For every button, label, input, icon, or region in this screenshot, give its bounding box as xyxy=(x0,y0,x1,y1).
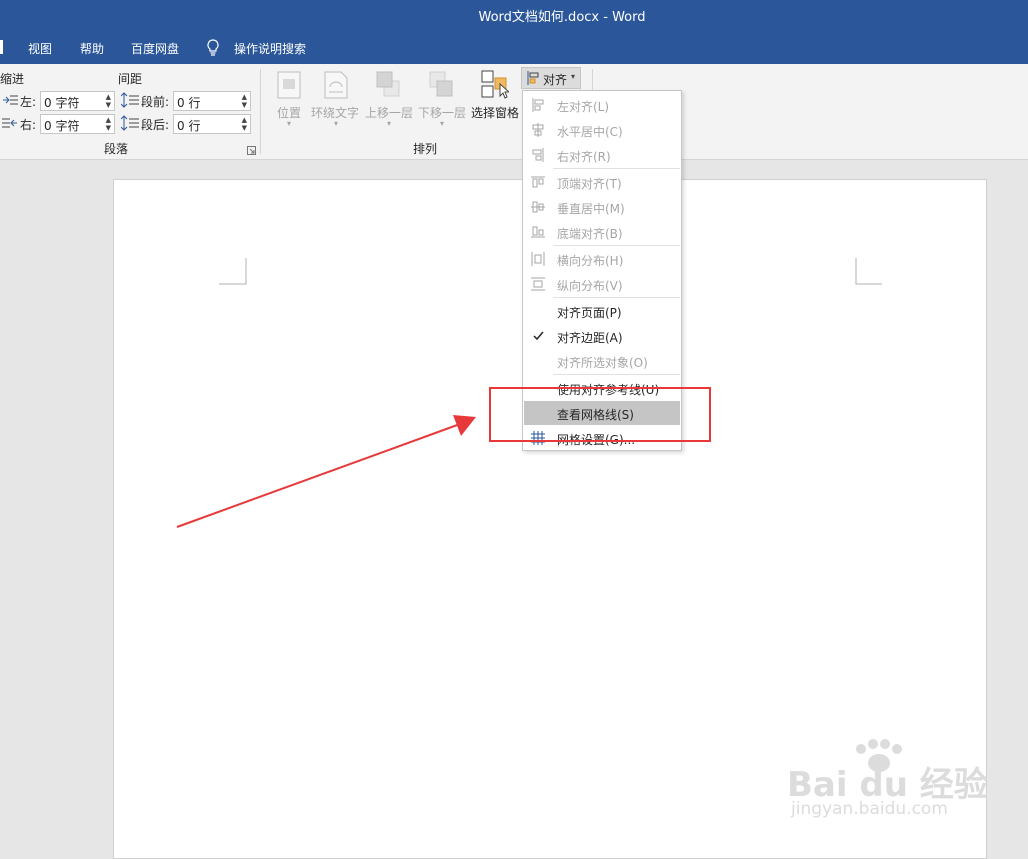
indent-right-field[interactable]: 0 字符 ▲ ▼ xyxy=(40,114,115,134)
menu-item-distribute-horizontal[interactable]: 横向分布(H) xyxy=(524,247,680,271)
corner-mark-top-left xyxy=(219,258,247,285)
indent-left-label: 左: xyxy=(20,95,37,109)
spacing-before-label: 段前: xyxy=(141,95,170,109)
menu-item-label: 顶端对齐(T) xyxy=(557,177,622,191)
menu-item-label: 左对齐(L) xyxy=(557,100,610,114)
dialog-launcher-icon[interactable] xyxy=(247,144,256,155)
indent-left-icon xyxy=(2,94,18,106)
tab-edge-fragment xyxy=(0,40,3,54)
wrap-text-icon[interactable] xyxy=(324,71,348,99)
align-bottom-icon xyxy=(530,225,546,239)
align-right-icon xyxy=(530,148,546,162)
position-icon[interactable] xyxy=(277,71,301,99)
align-middle-icon xyxy=(530,200,546,214)
arrange-group-label: 排列 xyxy=(413,142,438,156)
tab-help[interactable]: 帮助 xyxy=(80,40,104,57)
watermark-url: jingyan.baidu.com xyxy=(791,799,948,819)
align-button[interactable]: 对齐 ▾ xyxy=(521,67,581,89)
spin-arrows-icon[interactable]: ▲ ▼ xyxy=(106,116,111,132)
menu-divider xyxy=(553,245,680,246)
checkmark-icon xyxy=(530,329,546,343)
selection-pane-icon[interactable] xyxy=(481,70,511,100)
baidu-watermark: Bai du 经验 jingyan.baidu.com xyxy=(787,735,988,825)
position-dropdown-icon[interactable]: ▾ xyxy=(287,119,291,128)
spacing-after-label: 段后: xyxy=(141,118,170,132)
window-title: Word文档如何.docx - Word xyxy=(478,10,646,25)
menu-divider xyxy=(553,168,680,169)
spin-arrows-icon[interactable]: ▲ ▼ xyxy=(242,93,247,109)
menu-item-label: 底端对齐(B) xyxy=(557,227,623,241)
menu-item-label: 水平居中(C) xyxy=(557,125,623,139)
group-divider xyxy=(260,69,261,154)
spacing-before-field[interactable]: 0 行 ▲ ▼ xyxy=(173,91,251,111)
menu-divider xyxy=(553,374,680,375)
title-bar: Word文档如何.docx - Word xyxy=(0,0,1028,30)
menu-divider xyxy=(553,297,680,298)
ribbon-tabs: 视图 帮助 百度网盘 操作说明搜索 xyxy=(0,30,1028,64)
indent-left-field[interactable]: 0 字符 ▲ ▼ xyxy=(40,91,115,111)
ribbon: 缩进 间距 左: 0 字符 ▲ ▼ 右: 0 字符 ▲ ▼ 段前: 0 行 ▲ ▼ 段… xyxy=(0,64,1028,160)
menu-item-label: 垂直居中(M) xyxy=(557,202,625,216)
annotation-highlight-box xyxy=(489,387,711,442)
tab-view[interactable]: 视图 xyxy=(28,40,52,57)
bring-forward-dropdown-icon[interactable]: ▾ xyxy=(387,119,391,128)
menu-item-align-to-margin[interactable]: 对齐边距(A) xyxy=(524,324,680,348)
menu-item-align-selected-objects[interactable]: 对齐所选对象(O) xyxy=(524,349,680,373)
menu-item-label: 横向分布(H) xyxy=(557,254,624,268)
indent-right-icon xyxy=(2,117,18,129)
spacing-before-value: 0 行 xyxy=(177,96,201,110)
spacing-before-icon xyxy=(120,92,139,108)
tell-me-search[interactable]: 操作说明搜索 xyxy=(234,40,306,57)
align-button-label: 对齐 xyxy=(543,73,568,87)
menu-item-label: 右对齐(R) xyxy=(557,150,611,164)
spacing-after-icon xyxy=(120,115,139,131)
align-dropdown-icon: ▾ xyxy=(571,72,576,81)
spin-arrows-icon[interactable]: ▲ ▼ xyxy=(242,116,247,132)
send-backward-dropdown-icon[interactable]: ▾ xyxy=(440,119,444,128)
paragraph-group-label: 段落 xyxy=(104,142,129,156)
spacing-label: 间距 xyxy=(118,72,143,86)
spacing-after-value: 0 行 xyxy=(177,119,201,133)
menu-item-label: 对齐所选对象(O) xyxy=(557,356,648,370)
indent-left-value: 0 字符 xyxy=(44,96,80,110)
menu-item-label: 对齐页面(P) xyxy=(557,306,622,320)
bring-forward-icon[interactable] xyxy=(376,71,400,99)
menu-item-align-right[interactable]: 右对齐(R) xyxy=(524,143,680,167)
align-top-icon xyxy=(530,175,546,189)
menu-item-label: 对齐边距(A) xyxy=(557,331,623,345)
menu-item-align-bottom[interactable]: 底端对齐(B) xyxy=(524,220,680,244)
menu-item-align-left[interactable]: 左对齐(L) xyxy=(524,93,680,117)
indent-label: 缩进 xyxy=(0,72,25,86)
wrap-text-dropdown-icon[interactable]: ▾ xyxy=(334,119,338,128)
selection-pane-button[interactable]: 选择窗格 xyxy=(471,104,519,121)
distribute-horizontal-icon xyxy=(530,252,546,266)
annotation-arrow xyxy=(176,415,476,528)
indent-right-value: 0 字符 xyxy=(44,119,80,133)
send-backward-icon[interactable] xyxy=(429,71,453,99)
menu-item-align-to-page[interactable]: 对齐页面(P) xyxy=(524,299,680,323)
spacing-after-field[interactable]: 0 行 ▲ ▼ xyxy=(173,114,251,134)
menu-item-distribute-vertical[interactable]: 纵向分布(V) xyxy=(524,272,680,296)
spin-arrows-icon[interactable]: ▲ ▼ xyxy=(106,93,111,109)
indent-right-label: 右: xyxy=(20,118,37,132)
corner-mark-top-right xyxy=(855,258,882,285)
menu-item-align-top[interactable]: 顶端对齐(T) xyxy=(524,170,680,194)
menu-item-label: 纵向分布(V) xyxy=(557,279,623,293)
align-left-icon xyxy=(530,98,546,112)
menu-item-align-middle[interactable]: 垂直居中(M) xyxy=(524,195,680,219)
tab-baidu-netdisk[interactable]: 百度网盘 xyxy=(131,40,179,57)
lightbulb-icon[interactable] xyxy=(206,39,220,57)
align-center-icon xyxy=(530,123,546,137)
align-icon xyxy=(527,71,539,85)
menu-item-align-center[interactable]: 水平居中(C) xyxy=(524,118,680,142)
distribute-vertical-icon xyxy=(530,277,546,291)
